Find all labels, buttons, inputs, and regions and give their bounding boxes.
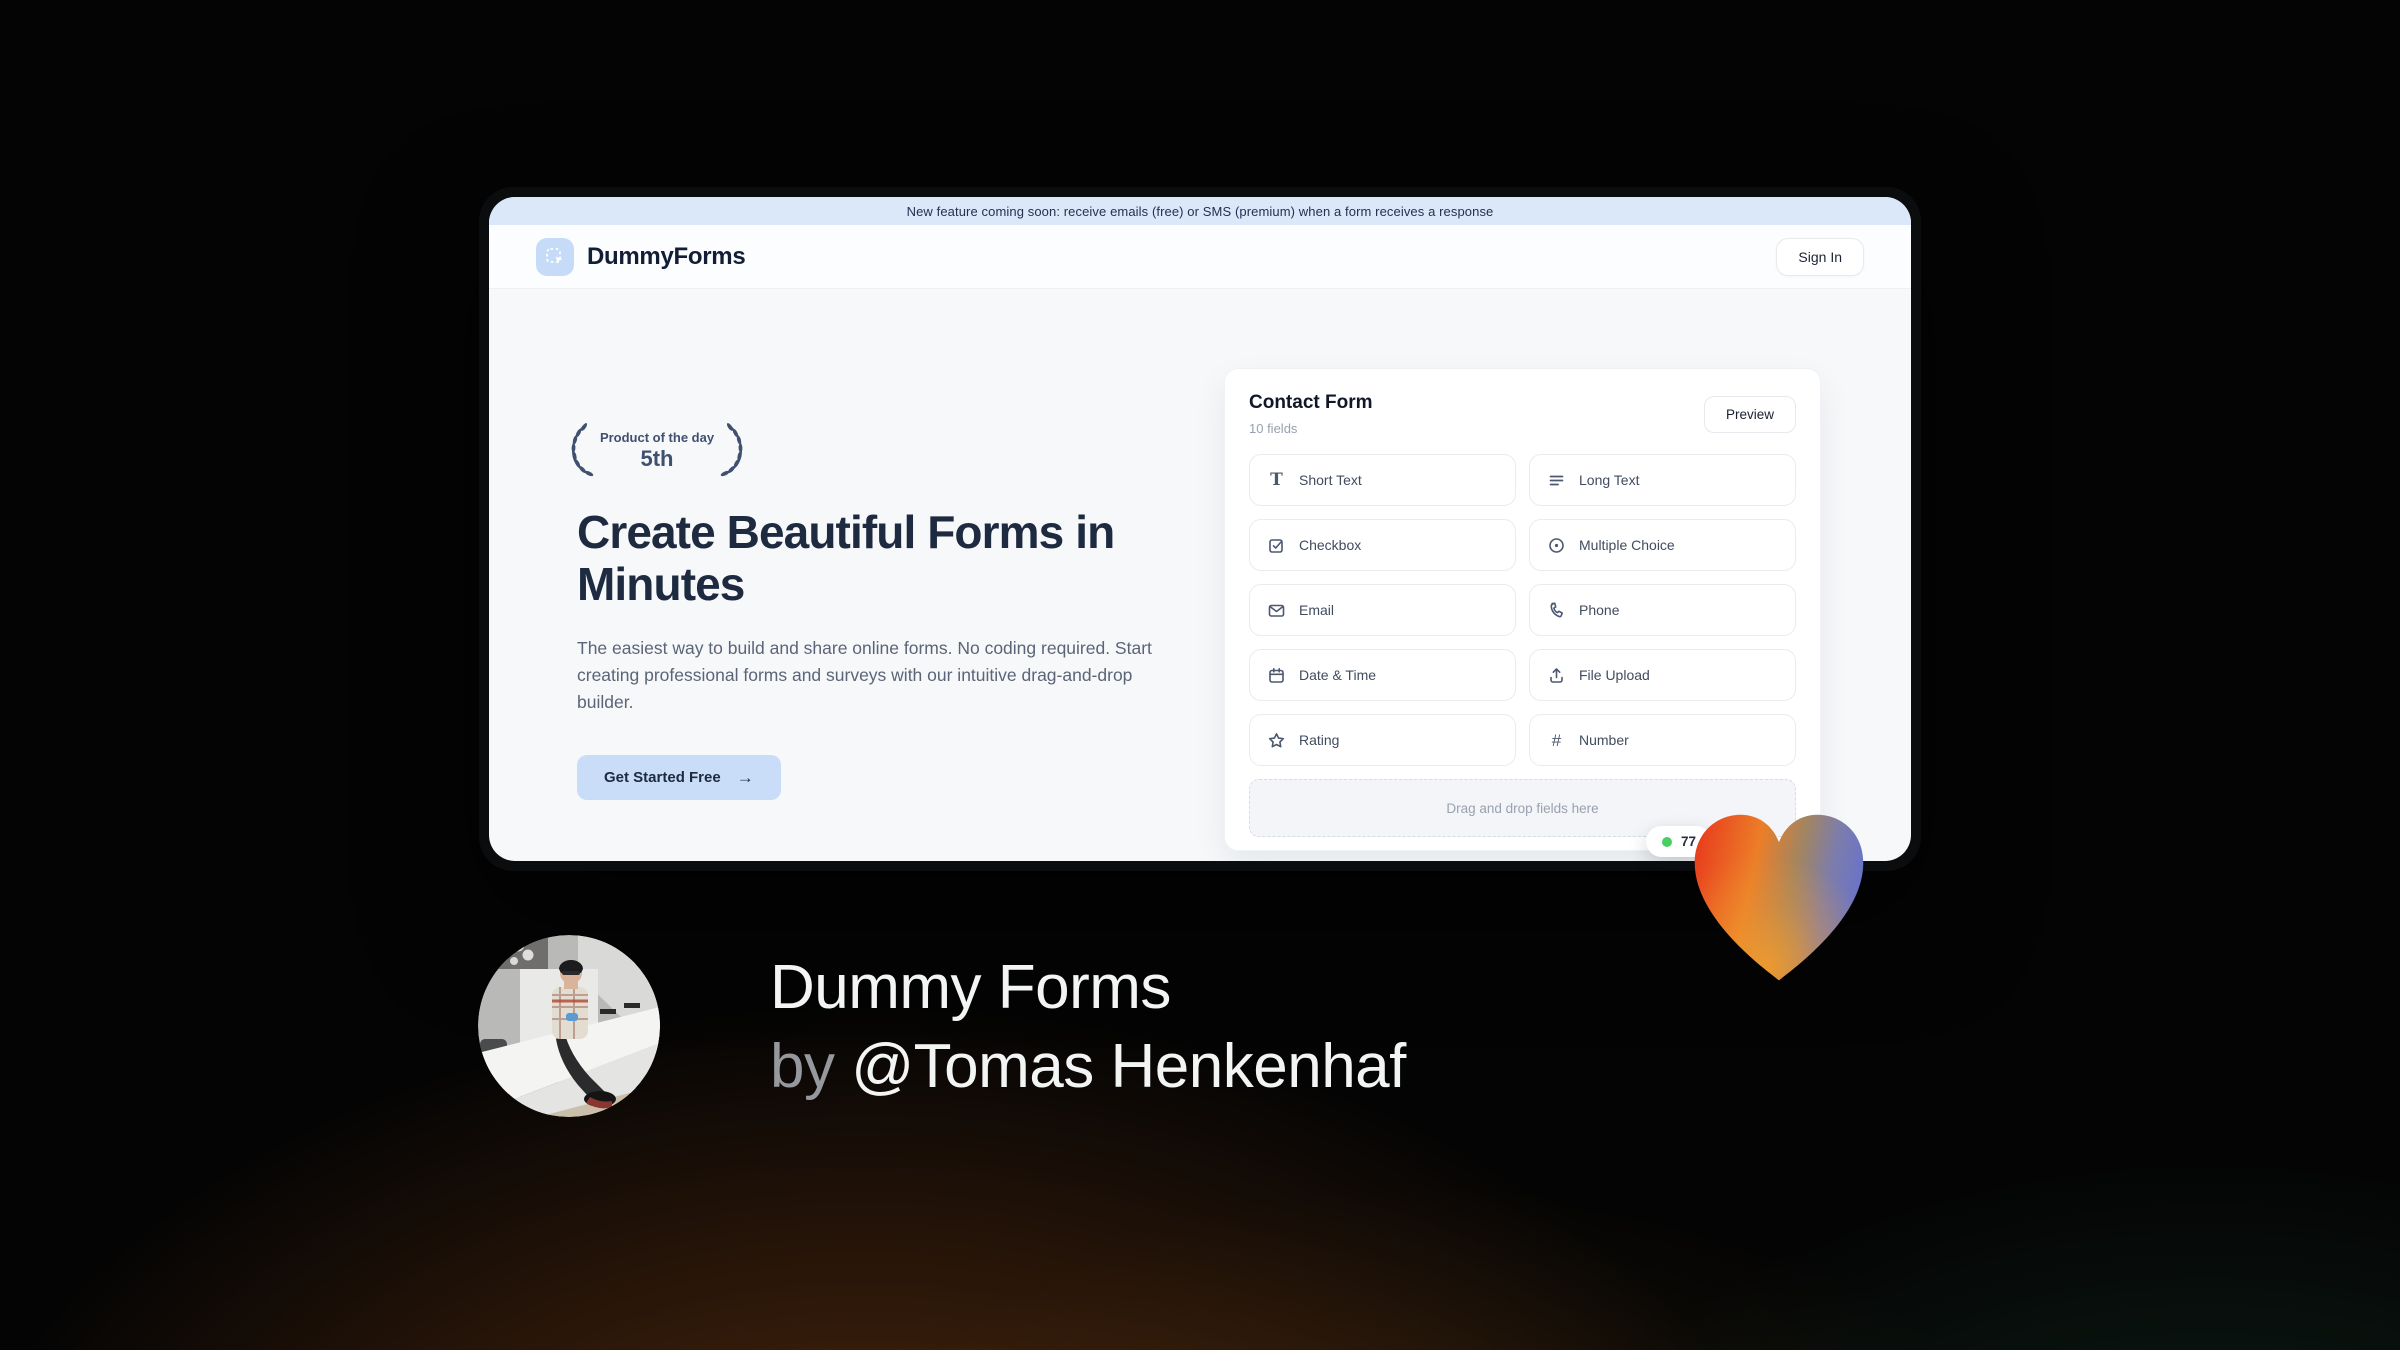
announcement-text: New feature coming soon: receive emails … — [906, 203, 1494, 219]
field-short-text[interactable]: T Short Text — [1249, 454, 1516, 506]
field-number[interactable]: # Number — [1529, 714, 1796, 766]
field-multiple-choice[interactable]: Multiple Choice — [1529, 519, 1796, 571]
brand[interactable]: DummyForms — [536, 237, 746, 276]
upload-icon — [1547, 666, 1566, 685]
app-window-content: New feature coming soon: receive emails … — [489, 197, 1911, 861]
caption-title: Dummy Forms — [770, 953, 1171, 1022]
field-file-upload[interactable]: File Upload — [1529, 649, 1796, 701]
phone-icon — [1547, 601, 1566, 620]
heart-icon — [1681, 806, 1877, 994]
field-checkbox[interactable]: Checkbox — [1249, 519, 1516, 571]
arrow-right-icon: → — [736, 767, 754, 787]
award-line1: Product of the day — [599, 429, 715, 445]
award-line2: 5th — [640, 445, 674, 471]
app-window: New feature coming soon: receive emails … — [479, 187, 1921, 871]
promo-card: New feature coming soon: receive emails … — [0, 0, 2400, 1350]
envelope-icon — [1267, 601, 1286, 620]
product-of-the-day-badge: Product of the day 5th — [571, 419, 743, 482]
form-title: Contact Form — [1249, 392, 1373, 413]
get-started-label: Get Started Free — [604, 768, 721, 786]
star-icon — [1267, 731, 1286, 750]
card-header-text: Contact Form 10 fields — [1249, 392, 1373, 436]
caption-by-prefix: by — [770, 1032, 852, 1101]
field-phone[interactable]: Phone — [1529, 584, 1796, 636]
form-builder-card: Contact Form 10 fields Preview T Short T… — [1224, 368, 1821, 851]
lines-icon — [1547, 471, 1566, 490]
preview-button[interactable]: Preview — [1703, 396, 1796, 433]
field-type-grid: T Short Text Long Text Checkbox Multiple… — [1249, 454, 1796, 766]
checkbox-icon — [1267, 536, 1286, 555]
announcement-banner: New feature coming soon: receive emails … — [489, 197, 1911, 225]
card-header: Contact Form 10 fields Preview — [1249, 392, 1796, 436]
caption-author-handle: @Tomas Henkenhaf — [851, 1032, 1406, 1101]
brand-name: DummyForms — [587, 242, 746, 270]
hero-section: Product of the day 5th Create Beautiful … — [489, 289, 1911, 861]
field-count: 10 fields — [1249, 421, 1298, 436]
laurel-left-icon — [564, 419, 594, 482]
cursor-select-logo-icon — [536, 237, 574, 276]
hero-description: The easiest way to build and share onlin… — [577, 637, 1152, 713]
author-avatar — [478, 935, 660, 1117]
field-date-time[interactable]: Date & Time — [1249, 649, 1516, 701]
text-icon: T — [1270, 469, 1283, 490]
caption-byline: by @Tomas Henkenhaf — [770, 1027, 1406, 1106]
hash-icon: # — [1551, 730, 1562, 750]
field-email[interactable]: Email — [1249, 584, 1516, 636]
hero-copy: Product of the day 5th Create Beautiful … — [571, 419, 1225, 800]
green-dot-icon — [1662, 836, 1672, 847]
hero-title: Create Beautiful Forms in Minutes — [577, 506, 1115, 611]
field-long-text[interactable]: Long Text — [1529, 454, 1796, 506]
radio-icon — [1547, 536, 1566, 555]
get-started-button[interactable]: Get Started Free → — [577, 754, 781, 800]
field-rating[interactable]: Rating — [1249, 714, 1516, 766]
award-text: Product of the day 5th — [600, 430, 714, 472]
sign-in-button[interactable]: Sign In — [1776, 237, 1864, 276]
app-header: DummyForms Sign In — [489, 225, 1911, 289]
calendar-icon — [1267, 666, 1286, 685]
caption: Dummy Forms by @Tomas Henkenhaf — [770, 948, 1406, 1106]
laurel-right-icon — [720, 419, 750, 482]
dropzone-text: Drag and drop fields here — [1446, 800, 1599, 816]
